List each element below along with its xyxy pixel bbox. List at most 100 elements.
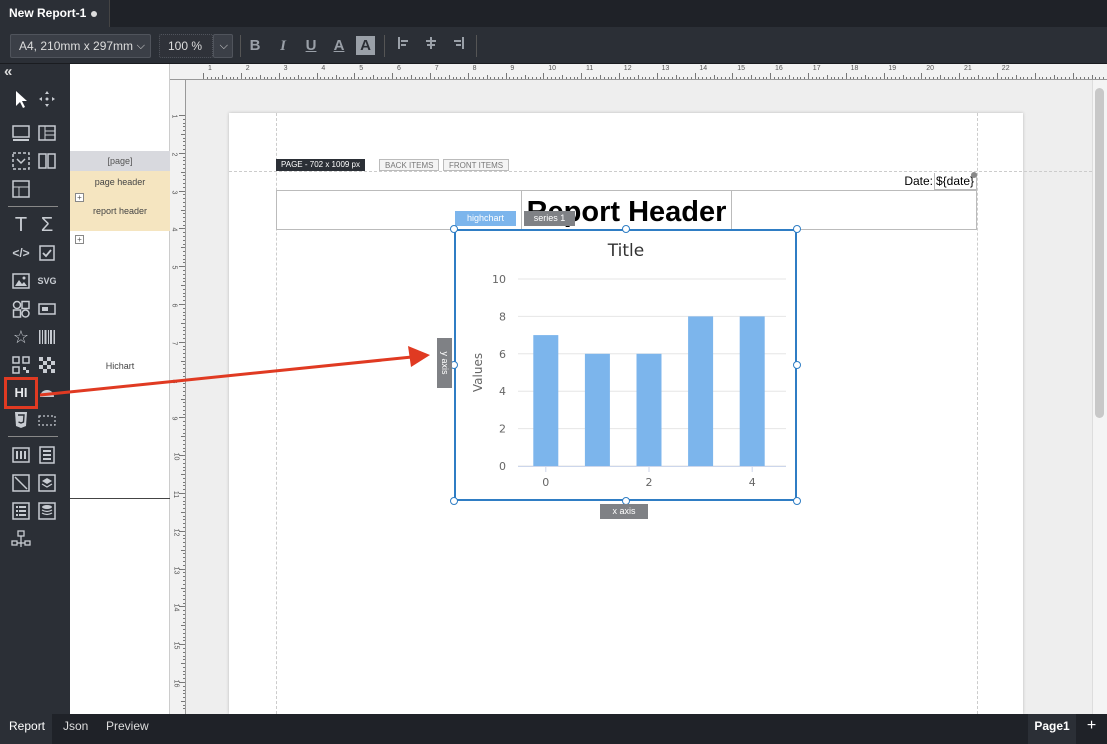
grid-layout-icon[interactable] (10, 178, 32, 200)
text-icon[interactable]: T (10, 214, 32, 236)
align-right-button[interactable] (448, 35, 470, 57)
shapes-icon[interactable] (10, 298, 32, 320)
palette-divider (8, 206, 58, 207)
input-field-icon[interactable] (36, 298, 58, 320)
ruler-tick (183, 205, 185, 207)
band-page-header[interactable]: page header (70, 177, 170, 187)
ruler-tick (179, 568, 185, 570)
ruler-tick (183, 576, 185, 578)
ruler-tick (183, 288, 185, 290)
ruler-tick (183, 595, 185, 597)
ruler-tick (183, 349, 185, 351)
chevron-down-icon: ⌵ (136, 40, 145, 52)
table-band-icon[interactable] (36, 122, 58, 144)
line-icon[interactable] (10, 472, 32, 494)
ruler-tick (183, 277, 185, 279)
star-icon[interactable]: ☆ (10, 326, 32, 348)
svg-icon[interactable]: SVG (36, 270, 58, 292)
tab-json[interactable]: Json (56, 714, 96, 744)
qrcode-icon[interactable] (10, 354, 32, 376)
zoom-dropdown-button[interactable]: ⌵ (213, 34, 233, 58)
ruler-tick (183, 542, 185, 544)
scrollbar-thumb[interactable] (1095, 88, 1104, 418)
subreport-icon[interactable] (10, 150, 32, 172)
resize-handle[interactable] (971, 172, 977, 178)
ruler-tick (183, 307, 185, 309)
barcode-icon[interactable] (36, 326, 58, 348)
checker-pattern-icon[interactable] (36, 354, 58, 376)
date-label[interactable]: Date: (897, 173, 933, 190)
band-report-header[interactable]: report header (70, 206, 170, 216)
ruler-tick (940, 75, 942, 79)
font-color-button[interactable]: A (328, 35, 350, 57)
bottom-bar: Report Json Preview Page1 + (0, 714, 1107, 744)
resize-handle-bottom-left[interactable] (450, 497, 458, 505)
band-page[interactable]: [page] (70, 151, 170, 171)
band-icon[interactable] (10, 122, 32, 144)
ruler-tick (181, 398, 185, 400)
series-tag[interactable]: series 1 (524, 211, 575, 226)
underline-button[interactable]: U (300, 35, 322, 57)
ruler-number: 4 (170, 227, 178, 232)
align-left-button[interactable] (392, 35, 414, 57)
ruler-tick (747, 77, 749, 79)
ruler-tick (183, 175, 185, 177)
tab-preview[interactable]: Preview (100, 714, 156, 744)
ruler-tick (653, 77, 655, 79)
ruler-tick (498, 77, 500, 79)
page-size-tab[interactable]: PAGE - 702 x 1009 px (276, 159, 366, 171)
band-hichart[interactable]: Hichart (70, 361, 170, 371)
italic-button[interactable]: I (272, 35, 294, 57)
x-axis-tag[interactable]: x axis (600, 504, 648, 519)
highchart-element[interactable]: Title 0 2 4 6 8 10 Values 0 2 4 (454, 229, 797, 501)
zoom-input[interactable]: 100 % (159, 34, 213, 58)
html5-icon[interactable] (10, 409, 32, 431)
expand-icon[interactable]: + (75, 193, 84, 202)
database-icon[interactable] (36, 500, 58, 522)
ruler-tick (407, 77, 409, 79)
resize-handle-top-left[interactable] (450, 225, 458, 233)
html-code-icon[interactable]: </> (10, 242, 32, 264)
collapse-panel-icon[interactable]: « (4, 63, 12, 80)
ruler-tick (464, 77, 466, 79)
summary-icon[interactable]: Σ (36, 214, 58, 236)
chart-half-icon[interactable] (36, 382, 58, 404)
background-color-button[interactable]: A (356, 36, 375, 55)
horizontal-columns-icon[interactable] (10, 444, 32, 466)
image-icon[interactable] (10, 270, 32, 292)
tab-report[interactable]: Report (0, 714, 52, 744)
vertical-rows-icon[interactable] (36, 444, 58, 466)
resize-handle-top[interactable] (622, 225, 630, 233)
resize-handle-bottom-right[interactable] (793, 497, 801, 505)
paper-size-select[interactable]: A4, 210mm x 297mm ⌵ (10, 34, 151, 58)
bold-button[interactable]: B (244, 35, 266, 57)
checkbox-icon[interactable] (36, 242, 58, 264)
move-icon[interactable] (36, 88, 58, 110)
page-tab-page1[interactable]: Page1 (1028, 714, 1076, 744)
resize-handle-right[interactable] (793, 361, 801, 369)
vertical-scrollbar[interactable] (1092, 80, 1107, 714)
align-center-button[interactable] (420, 35, 442, 57)
ruler-tick (974, 77, 976, 79)
dotted-box-icon[interactable] (36, 409, 58, 431)
select-pointer-icon[interactable] (10, 88, 32, 110)
ruler-tick (183, 485, 185, 487)
expand-icon[interactable]: + (75, 235, 84, 244)
list-icon[interactable] (10, 500, 32, 522)
highchart-tag[interactable]: highchart (455, 211, 516, 226)
resize-handle-top-right[interactable] (793, 225, 801, 233)
ruler-tick (683, 77, 685, 79)
ruler-tick (808, 73, 809, 79)
document-tab[interactable]: New Report-1 (0, 0, 110, 27)
ruler-tick (183, 224, 185, 226)
front-items-tab[interactable]: FRONT ITEMS (443, 159, 510, 171)
network-icon[interactable] (10, 528, 32, 550)
columns-icon[interactable] (36, 150, 58, 172)
add-page-button[interactable]: + (1076, 714, 1107, 744)
back-items-tab[interactable]: BACK ITEMS (379, 159, 440, 171)
y-axis-tag[interactable]: y axis (437, 338, 452, 388)
band-header-group[interactable]: page header + report header (70, 171, 170, 231)
y-tick-label: 6 (499, 348, 506, 361)
ruler-tick (183, 458, 185, 460)
layers-icon[interactable] (36, 472, 58, 494)
